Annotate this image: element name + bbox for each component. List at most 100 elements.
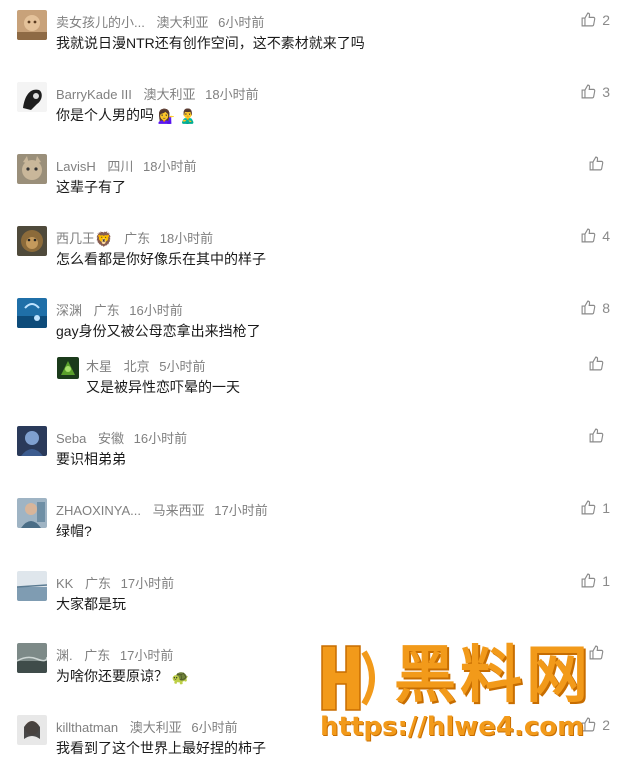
comment-text: 绿帽? [56,523,92,539]
thumbs-up-icon [589,156,604,171]
username[interactable]: 木星 [86,359,112,374]
comment-meta: KK 广东 17小时前 [56,573,174,592]
thumbs-up-icon [581,228,596,243]
comment-text: 要识相弟弟 [56,451,126,467]
username[interactable]: 西几王 [56,231,95,246]
username[interactable]: Seba [56,431,86,446]
like-count: 2 [602,11,610,28]
avatar[interactable] [17,643,47,673]
thumbs-up-icon [589,428,604,443]
thumbs-up-icon [581,717,596,732]
thumbs-up-icon [589,645,604,660]
avatar[interactable] [57,357,79,379]
region: 澳大利亚 [143,87,196,102]
like-button[interactable] [588,155,610,172]
timestamp: 18小时前 [143,159,197,174]
timestamp: 16小时前 [129,303,183,318]
comment-meta: 卖女孩儿的小... 澳大利亚 6小时前 [56,12,264,31]
thumbs-up-icon [581,12,596,27]
comment-meta: 西几王🦁 广东 18小时前 [56,228,213,248]
comment-text-body: 你是个人男的吗 [56,107,154,123]
like-button[interactable] [588,355,610,372]
username[interactable]: LavisH [56,159,96,174]
watermark-url: https://hlwe4.com [320,712,585,742]
avatar[interactable] [17,82,47,112]
username[interactable]: KK [56,576,73,591]
timestamp: 16小时前 [133,431,188,446]
thumbs-up-icon [581,500,596,515]
region: 澳大利亚 [156,15,209,30]
comment-meta: 深渊 广东 16小时前 [56,300,183,319]
timestamp: 6小时前 [191,720,238,735]
region: 北京 [123,359,150,374]
timestamp: 5小时前 [159,359,206,374]
like-button[interactable] [588,427,610,444]
region: 马来西亚 [152,503,205,518]
like-count: 2 [602,716,610,733]
thumbs-up-icon [581,84,596,99]
comment-text-body: 为啥你还要原谅？ [56,668,168,684]
comment-text: 我看到了这个世界上最好捏的柿子 [56,740,266,756]
region: 广东 [84,648,111,663]
thumbs-up-icon [581,573,596,588]
person-emoji-icon: 💁‍♀️ 🙎‍♂️ [157,108,197,124]
like-button[interactable]: 3 [580,83,610,100]
lion-emoji-icon: 🦁 [95,231,113,247]
avatar[interactable] [17,498,47,528]
like-count: 4 [602,227,610,244]
region: 广东 [93,303,120,318]
timestamp: 17小时前 [214,503,268,518]
timestamp: 17小时前 [119,648,174,663]
watermark-brand: 黑料网 [394,638,593,711]
region: 澳大利亚 [129,720,182,735]
region: 四川 [107,159,134,174]
username[interactable]: ZHAOXINYA... [56,503,141,518]
timestamp: 6小时前 [218,15,265,30]
like-button[interactable]: 1 [580,499,610,516]
avatar[interactable] [17,154,47,184]
avatar[interactable] [17,10,47,40]
username[interactable]: killthatman [56,720,118,735]
region: 广东 [124,231,151,246]
comment-meta: ZHAOXINYA... 马来西亚 17小时前 [56,500,268,519]
comment-meta: BarryKade III 澳大利亚 18小时前 [56,84,259,103]
avatar[interactable] [17,571,47,601]
comment-text: 你是个人男的吗 💁‍♀️ 🙎‍♂️ [56,105,197,125]
comment-text: 这辈子有了 [56,179,126,195]
like-button[interactable]: 4 [580,227,610,244]
like-button[interactable]: 2 [580,11,610,28]
like-count: 8 [602,299,610,316]
comment-meta: LavisH 四川 18小时前 [56,156,196,175]
timestamp: 18小时前 [205,87,259,102]
comment-text: 为啥你还要原谅？ 🐢 [56,666,189,686]
username[interactable]: 卖女孩儿的小... [56,15,145,30]
comment-text: 又是被异性恋吓晕的一天 [86,379,240,395]
avatar[interactable] [17,426,47,456]
turtle-emoji-icon: 🐢 [171,669,190,685]
thumbs-up-icon [581,300,596,315]
avatar[interactable] [17,226,47,256]
comment-text: gay身份又被公母恋拿出来挡枪了 [56,323,261,339]
username[interactable]: BarryKade III [56,87,132,102]
like-button[interactable]: 2 [580,716,610,733]
comment-meta: Seba 安徽 16小时前 [56,428,187,447]
avatar[interactable] [17,715,47,745]
watermark: 黑料网 https://hlwe4.com [316,636,616,762]
like-count: 1 [602,499,610,516]
region: 广东 [84,576,111,591]
comment-meta: 木星 北京 5小时前 [86,356,206,375]
timestamp: 17小时前 [120,576,175,591]
like-count: 1 [602,572,610,589]
avatar[interactable] [17,298,47,328]
comment-meta: 渊. 广东 17小时前 [56,645,173,664]
like-button[interactable] [588,644,610,661]
comment-meta: killthatman 澳大利亚 6小时前 [56,717,238,736]
like-button[interactable]: 8 [580,299,610,316]
like-button[interactable]: 1 [580,572,610,589]
region: 安徽 [98,431,125,446]
username[interactable]: 渊. [56,648,73,663]
username[interactable]: 深渊 [56,303,82,318]
comment-text: 怎么看都是你好像乐在其中的样子 [56,251,266,267]
comment-text: 大家都是玩 [56,596,126,612]
timestamp: 18小时前 [159,231,214,246]
